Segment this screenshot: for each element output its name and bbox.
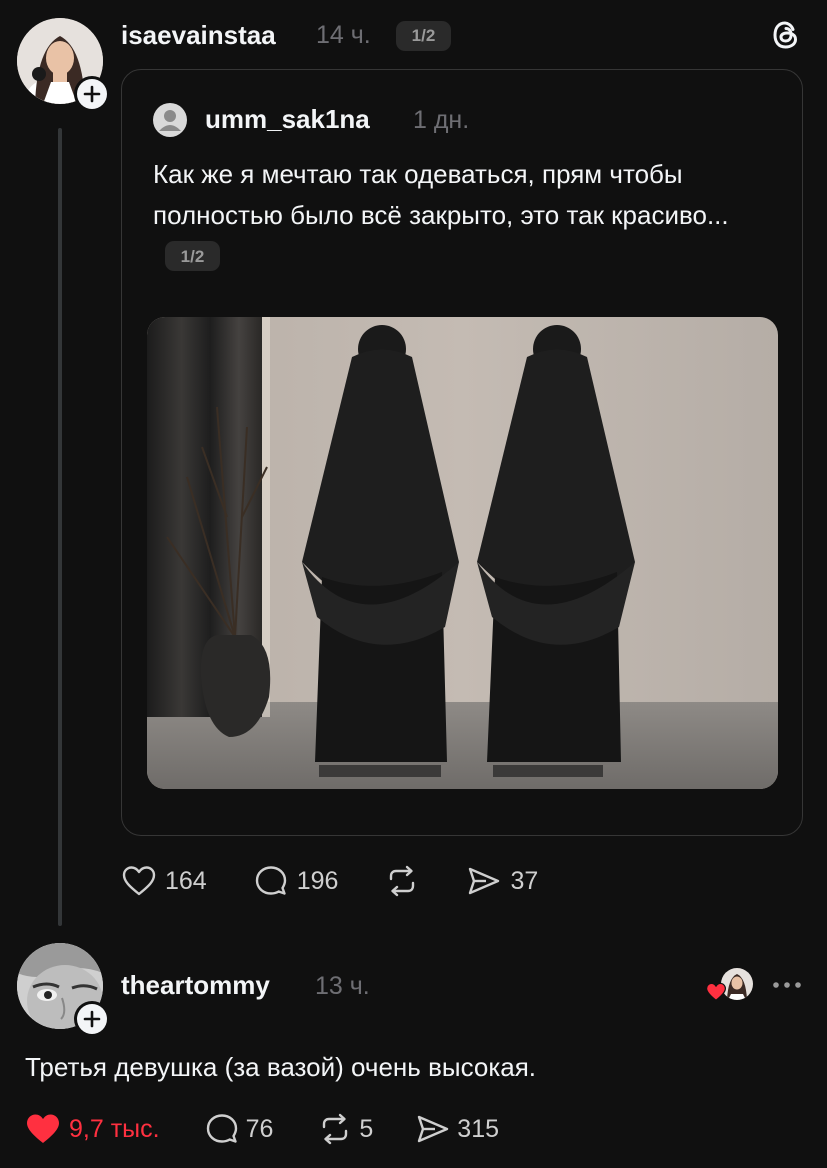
heart-icon: [27, 1114, 59, 1143]
thread-connector-line: [58, 128, 62, 926]
quoted-post-body: Как же я мечтаю так одеваться, прям чтоб…: [153, 159, 729, 230]
reply-timestamp: 13 ч.: [315, 972, 370, 1000]
quoted-author-username[interactable]: umm_sak1na: [205, 104, 370, 135]
heart-icon: [122, 866, 156, 896]
reply-text: Третья девушка (за вазой) очень высокая.: [25, 1052, 537, 1082]
follow-plus-button[interactable]: [74, 1001, 110, 1037]
quoted-author-avatar[interactable]: [153, 103, 187, 137]
repost-icon: [323, 1113, 348, 1145]
share-count: 37: [510, 866, 539, 895]
liked-by-author-indicator: [705, 968, 753, 1004]
reply-author-username[interactable]: theartommy: [121, 970, 270, 1001]
like-count: 164: [165, 866, 207, 895]
reply-button[interactable]: 196: [253, 864, 339, 898]
share-button[interactable]: 37: [466, 864, 538, 898]
repost-icon: [390, 865, 415, 897]
reply-count: 196: [296, 866, 339, 895]
post-image[interactable]: [147, 317, 778, 789]
like-count: 9,7 тыс.: [69, 1114, 160, 1143]
post-image-illustration: [147, 317, 778, 789]
repost-count: 5: [359, 1114, 374, 1143]
post-action-bar: 164 196 37: [121, 864, 538, 898]
reply-count: 76: [245, 1114, 274, 1143]
share-count: 315: [457, 1114, 500, 1143]
more-icon[interactable]: [771, 978, 803, 992]
quoted-post-text: Как же я мечтаю так одеваться, прям чтоб…: [153, 154, 773, 277]
plus-icon: [83, 1010, 101, 1028]
post-author-username[interactable]: isaevainstaa: [121, 20, 276, 51]
heart-icon: [705, 982, 727, 1001]
share-icon: [418, 1115, 449, 1143]
post-pager-badge: 1/2: [396, 21, 451, 51]
like-button[interactable]: 9,7 тыс.: [25, 1112, 160, 1146]
follow-plus-button[interactable]: [74, 76, 110, 112]
post-timestamp: 14 ч.: [316, 21, 371, 49]
reply-button[interactable]: 76: [204, 1112, 274, 1146]
plus-icon: [83, 85, 101, 103]
comment-icon: [255, 866, 286, 895]
quoted-timestamp: 1 дн.: [413, 106, 470, 134]
threads-logo-icon[interactable]: [771, 19, 801, 51]
repost-button[interactable]: 5: [317, 1112, 373, 1146]
quoted-pager-badge: 1/2: [165, 241, 220, 272]
comment-icon: [206, 1114, 237, 1143]
share-icon: [469, 867, 500, 895]
repost-button[interactable]: [384, 864, 428, 898]
reply-action-bar: 9,7 тыс. 76 5 315: [25, 1112, 499, 1146]
share-button[interactable]: 315: [415, 1112, 499, 1146]
like-button[interactable]: 164: [121, 864, 207, 898]
